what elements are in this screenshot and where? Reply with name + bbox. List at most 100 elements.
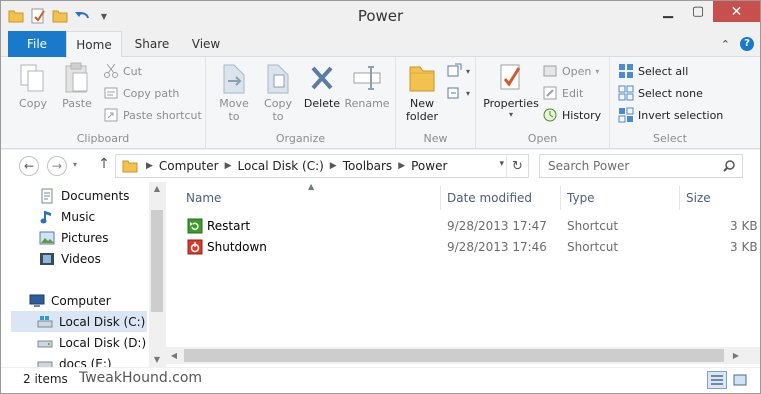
- refresh-button[interactable]: ↻: [506, 155, 528, 177]
- tab-share[interactable]: Share: [127, 31, 177, 57]
- breadcrumb-separator[interactable]: ▶: [394, 161, 409, 171]
- file-list-horizontal-scrollbar[interactable]: ◀ ▶: [166, 347, 744, 364]
- new-folder-qat-icon[interactable]: [51, 7, 69, 25]
- undo-icon[interactable]: [73, 7, 91, 25]
- copy-path-button[interactable]: Copy path: [103, 83, 179, 103]
- folder-icon[interactable]: [7, 7, 25, 25]
- new-item-button[interactable]: ▾: [446, 61, 470, 81]
- up-button[interactable]: ↑: [96, 156, 112, 176]
- up-arrow-icon: ↑: [98, 156, 110, 172]
- item-count: 2 items: [23, 372, 68, 386]
- paste-shortcut-label: Paste shortcut: [123, 108, 202, 122]
- scroll-down-arrow[interactable]: ▼: [149, 353, 165, 367]
- copy-to-label-1: Copy: [264, 97, 292, 110]
- select-all-button[interactable]: Select all: [618, 61, 688, 81]
- column-header-name[interactable]: Name: [180, 182, 440, 214]
- maximize-button[interactable]: ▢: [683, 1, 713, 22]
- scroll-right-arrow[interactable]: ▶: [728, 347, 744, 364]
- copy-button[interactable]: Copy: [13, 61, 53, 110]
- column-header-type[interactable]: Type: [561, 182, 679, 214]
- breadcrumb-power[interactable]: Power: [409, 159, 449, 173]
- address-dropdown-icon[interactable]: ▾: [499, 159, 504, 169]
- recent-locations-button[interactable]: ▾: [73, 160, 77, 169]
- cut-button[interactable]: Cut: [103, 61, 142, 81]
- breadcrumb-separator[interactable]: ▶: [221, 161, 236, 171]
- column-header-size[interactable]: Size: [680, 182, 760, 214]
- help-icon[interactable]: ?: [740, 37, 754, 51]
- nav-item-docs-e[interactable]: docs (E:): [37, 353, 147, 367]
- properties-button[interactable]: Properties ▾: [480, 61, 542, 119]
- nav-item-computer[interactable]: Computer: [29, 290, 147, 311]
- select-none-button[interactable]: Select none: [618, 83, 703, 103]
- file-list: ▲ Name Date modified Type Size Restart 9…: [166, 182, 760, 367]
- customize-qat-icon[interactable]: ▼: [95, 7, 113, 25]
- open-button[interactable]: Open ▾: [542, 61, 599, 81]
- new-folder-button[interactable]: New folder: [400, 61, 444, 123]
- breadcrumb-computer[interactable]: Computer: [157, 159, 221, 173]
- paste-shortcut-button[interactable]: Paste shortcut: [103, 105, 202, 125]
- select-none-label: Select none: [638, 86, 703, 100]
- scroll-thumb[interactable]: [151, 210, 163, 312]
- breadcrumb-separator[interactable]: ▶: [326, 161, 341, 171]
- nav-item-label: Pictures: [61, 230, 109, 245]
- chevron-up-icon[interactable]: ⌃: [721, 38, 730, 51]
- nav-item-music[interactable]: Music: [39, 206, 147, 227]
- minimize-button[interactable]: ▁: [653, 1, 683, 22]
- scroll-up-arrow[interactable]: ▲: [149, 182, 165, 196]
- music-icon: [40, 210, 51, 223]
- tab-file[interactable]: File: [8, 31, 66, 57]
- scroll-left-arrow[interactable]: ◀: [166, 347, 182, 364]
- delete-label: Delete: [303, 97, 341, 110]
- easy-access-button[interactable]: ▾: [446, 83, 470, 103]
- scroll-thumb[interactable]: [184, 349, 724, 362]
- history-button[interactable]: History: [542, 105, 601, 125]
- paste-shortcut-icon: [104, 108, 118, 122]
- tab-home[interactable]: Home: [66, 31, 122, 58]
- file-row[interactable]: Shutdown 9/28/2013 17:46 Shortcut 3 KB: [166, 237, 760, 258]
- nav-item-label: Documents: [61, 188, 130, 203]
- nav-item-documents[interactable]: Documents: [39, 185, 147, 206]
- address-bar[interactable]: ▶ Computer ▶ Local Disk (C:) ▶ Toolbars …: [115, 154, 529, 178]
- tab-view[interactable]: View: [183, 31, 229, 57]
- navigation-pane: Documents Music Pictures Videos Computer…: [1, 182, 165, 367]
- delete-button[interactable]: Delete: [302, 61, 342, 110]
- easy-access-icon: [447, 87, 459, 99]
- nav-pane-scrollbar[interactable]: ▲ ▼: [149, 182, 165, 367]
- breadcrumb-separator[interactable]: ▶: [142, 161, 157, 171]
- invert-selection-button[interactable]: Invert selection: [618, 105, 723, 125]
- large-icons-view-button[interactable]: [730, 371, 750, 389]
- nav-item-local-disk-d[interactable]: Local Disk (D:): [37, 332, 147, 353]
- select-all-label: Select all: [638, 64, 689, 78]
- move-to-button[interactable]: Move to: [212, 61, 256, 123]
- file-row[interactable]: Restart 9/28/2013 17:47 Shortcut 3 KB: [166, 216, 760, 237]
- delete-x-icon: [311, 66, 333, 90]
- search-icon[interactable]: [722, 159, 736, 173]
- file-type: Shortcut: [567, 219, 619, 233]
- title-bar: ▼ Power ▁ ▢ ✕: [1, 1, 760, 31]
- close-button[interactable]: ✕: [713, 1, 760, 22]
- forward-button[interactable]: →: [47, 156, 67, 176]
- open-group-label: Open: [527, 132, 558, 145]
- details-view-button[interactable]: [707, 371, 727, 389]
- search-input[interactable]: [540, 155, 720, 177]
- column-header-date[interactable]: Date modified: [441, 182, 561, 214]
- move-to-icon: [223, 64, 245, 94]
- ribbon: Copy Paste Cut Copy path Paste shortcut …: [1, 57, 760, 149]
- file-type: Shortcut: [567, 240, 619, 254]
- nav-item-videos[interactable]: Videos: [39, 248, 147, 269]
- search-box[interactable]: [539, 154, 743, 178]
- nav-item-local-disk-c[interactable]: Local Disk (C:): [11, 311, 147, 332]
- organize-group: Move to Copy to Delete Rename Organize: [206, 57, 396, 149]
- breadcrumb-toolbars[interactable]: Toolbars: [341, 159, 394, 173]
- back-button[interactable]: ←: [19, 156, 39, 176]
- edit-button[interactable]: Edit: [542, 83, 583, 103]
- breadcrumb-local-disk[interactable]: Local Disk (C:): [236, 159, 326, 173]
- file-date: 9/28/2013 17:46: [447, 240, 547, 254]
- paste-button[interactable]: Paste: [57, 61, 97, 110]
- new-group-label: New: [423, 132, 448, 145]
- properties-qat-icon[interactable]: [29, 7, 47, 25]
- window-controls: ▁ ▢ ✕: [653, 1, 760, 22]
- rename-button[interactable]: Rename: [342, 61, 392, 110]
- copy-to-button[interactable]: Copy to: [256, 61, 300, 123]
- nav-item-pictures[interactable]: Pictures: [39, 227, 147, 248]
